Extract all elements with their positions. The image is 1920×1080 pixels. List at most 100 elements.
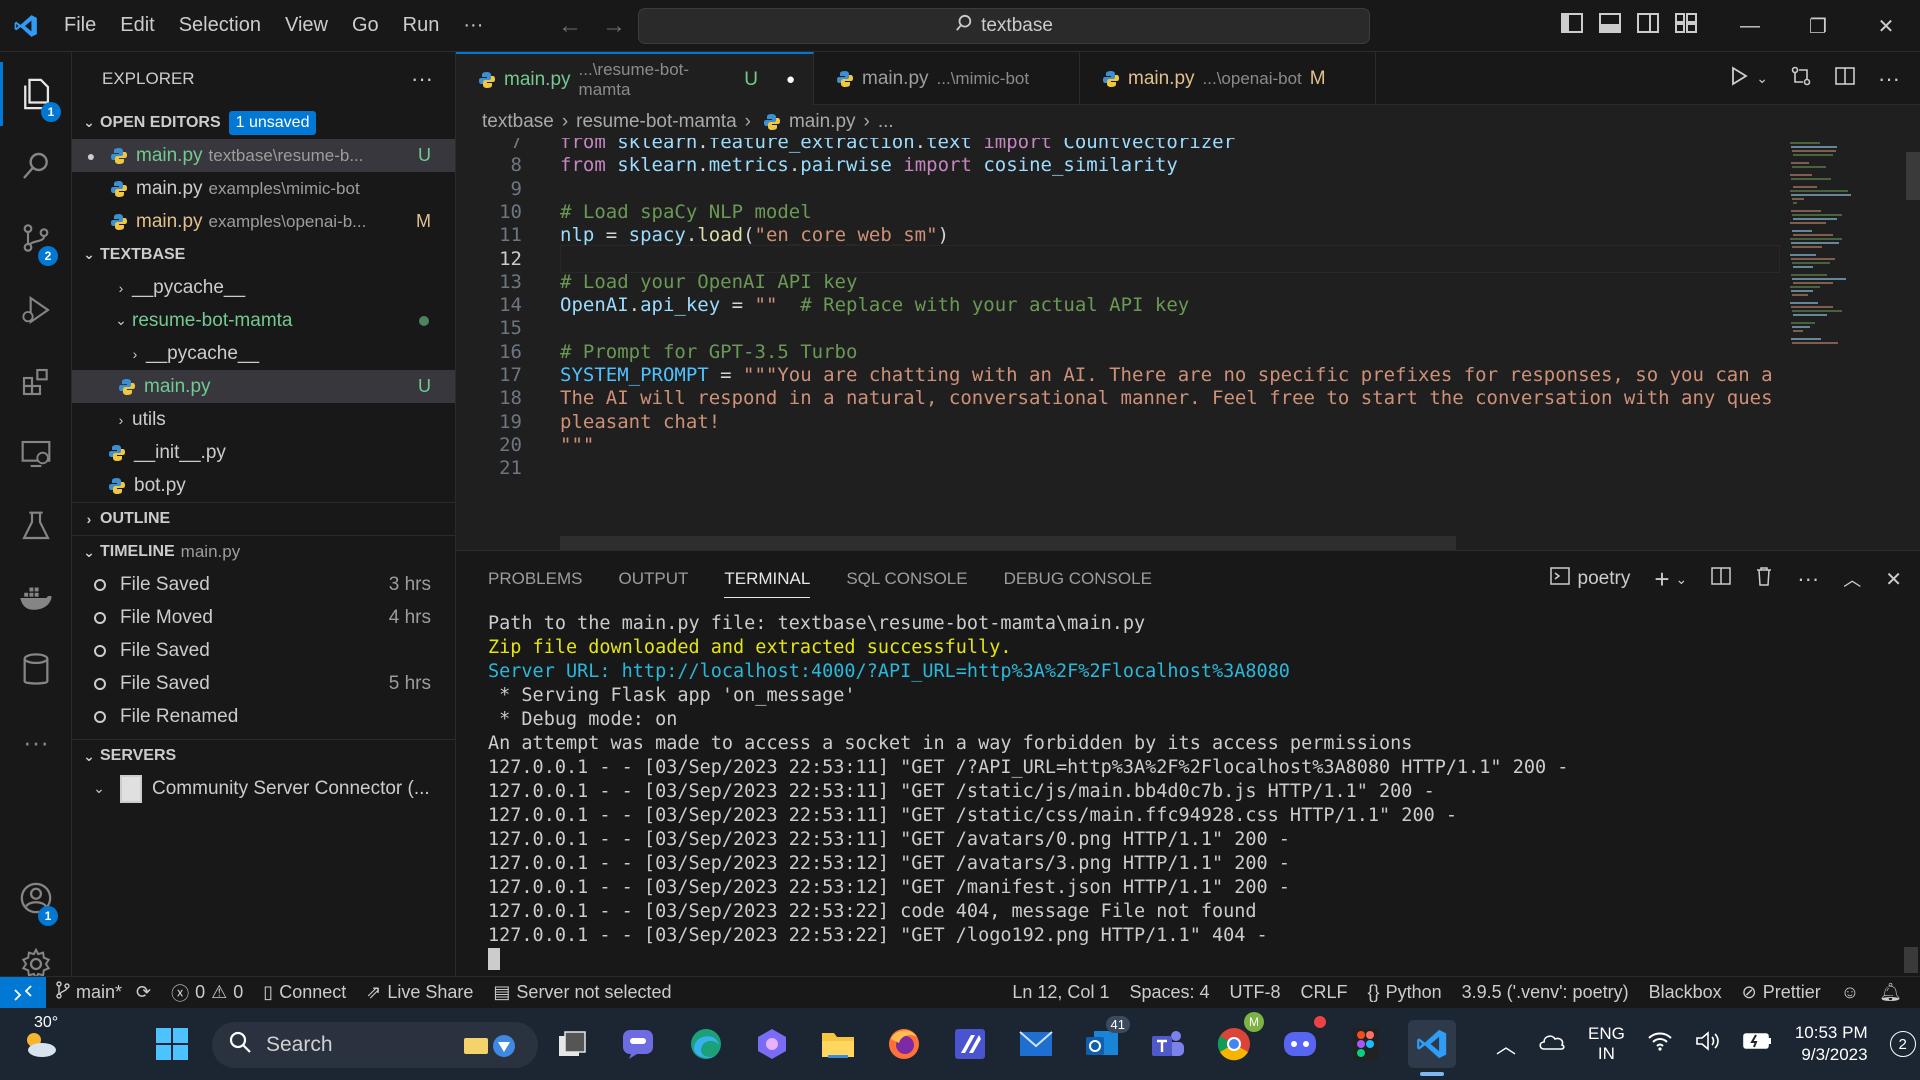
terminal-shell-selector[interactable]: poetry xyxy=(1549,566,1630,592)
taskbar-search[interactable]: Search xyxy=(212,1022,538,1068)
editor-horizontal-scrollbar[interactable] xyxy=(560,536,1456,550)
tab-output[interactable]: OUTPUT xyxy=(618,569,688,589)
timeline-header[interactable]: ⌄ TIMELINE main.py xyxy=(72,535,455,568)
database-icon[interactable] xyxy=(0,638,72,702)
more-views-icon[interactable]: ··· xyxy=(0,710,72,774)
tab-main-py-mimic[interactable]: main.py ...\mimic-bot xyxy=(814,52,1080,105)
tab-sql-console[interactable]: SQL CONSOLE xyxy=(846,569,967,589)
forward-arrow-icon[interactable]: → xyxy=(592,12,636,40)
toggle-panel-icon[interactable] xyxy=(1598,12,1622,40)
textbase-header[interactable]: ⌄ TEXTBASE xyxy=(72,238,455,271)
chat-icon[interactable] xyxy=(614,1020,662,1068)
git-branch[interactable]: main* ⟳ xyxy=(46,981,161,1004)
menu-edit[interactable]: Edit xyxy=(108,0,166,52)
cursor-position[interactable]: Ln 12, Col 1 xyxy=(1002,982,1119,1003)
timeline-item[interactable]: File Renamed xyxy=(72,700,455,733)
extensions-icon[interactable] xyxy=(0,350,72,414)
run-file-icon[interactable] xyxy=(1730,65,1748,92)
open-editor-item[interactable]: main.py examples\mimic-bot xyxy=(72,172,455,205)
kill-terminal-trash-icon[interactable] xyxy=(1755,566,1773,592)
customize-layout-icon[interactable] xyxy=(1674,12,1698,40)
file-main-py[interactable]: main.py U xyxy=(72,370,455,403)
menu-selection[interactable]: Selection xyxy=(167,0,273,52)
timeline-item[interactable]: File Saved 5 hrs xyxy=(72,667,455,700)
wifi-icon[interactable] xyxy=(1647,1031,1673,1057)
outline-header[interactable]: › OUTLINE xyxy=(72,502,455,535)
toggle-secondary-sidebar-icon[interactable] xyxy=(1636,12,1660,40)
launch-profile-chevron-icon[interactable]: ⌄ xyxy=(1676,571,1688,588)
python-interpreter[interactable]: 3.9.5 ('.venv': poetry) xyxy=(1452,982,1639,1003)
teams-icon[interactable] xyxy=(1144,1020,1192,1068)
run-options-chevron-icon[interactable]: ⌄ xyxy=(1756,70,1768,87)
minimap[interactable] xyxy=(1782,138,1902,550)
file-init-py[interactable]: __init__.py xyxy=(72,436,455,469)
breadcrumb-item[interactable]: ... xyxy=(878,111,894,133)
minimize-button[interactable]: — xyxy=(1716,0,1784,52)
menu-view[interactable]: View xyxy=(273,0,340,52)
folder-pycache[interactable]: › __pycache__ xyxy=(72,271,455,304)
terminal-output[interactable]: Path to the main.py file: textbase\resum… xyxy=(488,611,1888,971)
folder-pycache-nested[interactable]: › __pycache__ xyxy=(72,337,455,370)
close-button[interactable]: ✕ xyxy=(1852,0,1920,52)
show-hidden-icons-chevron-icon[interactable]: ︿ xyxy=(1496,1030,1516,1059)
language-indicator[interactable]: ENG IN xyxy=(1588,1024,1625,1064)
tab-terminal[interactable]: TERMINAL xyxy=(724,561,811,598)
language-mode[interactable]: {} Python xyxy=(1358,982,1452,1003)
breadcrumb-item[interactable]: main.py xyxy=(789,111,856,133)
connect-button[interactable]: ▯ Connect xyxy=(253,982,356,1003)
timeline-item[interactable]: File Moved 4 hrs xyxy=(72,601,455,634)
run-debug-icon[interactable] xyxy=(0,278,72,342)
prettier-status[interactable]: ⊘ Prettier xyxy=(1732,982,1831,1003)
onedrive-cloud-icon[interactable] xyxy=(1538,1031,1566,1057)
maximize-panel-chevron-up-icon[interactable]: ︿ xyxy=(1843,566,1861,592)
remote-indicator-icon[interactable] xyxy=(0,976,46,1009)
copilot-icon[interactable] xyxy=(748,1020,796,1068)
discord-icon[interactable] xyxy=(1276,1014,1328,1068)
live-share-button[interactable]: ⇗ Live Share xyxy=(356,982,483,1003)
source-control-icon[interactable]: 2 xyxy=(0,206,72,270)
tab-main-py-resume[interactable]: main.py ...\resume-bot-mamta U ● xyxy=(456,52,814,105)
compare-changes-icon[interactable] xyxy=(1790,65,1812,93)
notification-count-badge[interactable]: 2 xyxy=(1889,1031,1916,1057)
clock[interactable]: 10:53 PM 9/3/2023 xyxy=(1795,1022,1868,1066)
indentation[interactable]: Spaces: 4 xyxy=(1119,982,1219,1003)
azure-data-icon[interactable] xyxy=(946,1020,994,1068)
blackbox-status[interactable]: Blackbox xyxy=(1639,982,1732,1003)
problems-summary[interactable]: ⓧ 0 ⚠ 0 xyxy=(161,980,253,1006)
weather-widget[interactable]: 30° xyxy=(10,1014,70,1068)
open-editor-item[interactable]: main.py examples\openai-b... M xyxy=(72,205,455,238)
volume-icon[interactable] xyxy=(1695,1031,1721,1057)
panel-more-icon[interactable]: ··· xyxy=(1797,566,1819,592)
windows-start-icon[interactable] xyxy=(148,1020,196,1068)
sync-icon[interactable]: ⟳ xyxy=(136,982,151,1003)
folder-utils[interactable]: › utils xyxy=(72,403,455,436)
open-editor-item[interactable]: ● main.py textbase\resume-b... U xyxy=(72,139,455,172)
restore-button[interactable]: ❐ xyxy=(1784,0,1852,52)
servers-header[interactable]: ⌄ SERVERS xyxy=(72,739,455,772)
remote-explorer-icon[interactable] xyxy=(0,422,72,486)
editor-scrollbar[interactable] xyxy=(1902,138,1920,550)
timeline-item[interactable]: File Saved 3 hrs xyxy=(72,568,455,601)
server-item[interactable]: ⌄ Community Server Connector (... xyxy=(72,772,455,805)
tab-main-py-openai[interactable]: main.py ...\openai-bot M xyxy=(1080,52,1376,105)
terminal-scrollbar[interactable] xyxy=(1904,947,1918,973)
firefox-icon[interactable] xyxy=(880,1020,928,1068)
explorer-icon[interactable]: 1 xyxy=(0,62,72,126)
tab-debug-console[interactable]: DEBUG CONSOLE xyxy=(1004,569,1152,589)
terminal-prompt[interactable] xyxy=(488,947,1888,971)
menu-run[interactable]: Run xyxy=(391,0,452,52)
back-arrow-icon[interactable]: ← xyxy=(548,12,592,40)
code-editor[interactable]: 7 from sklearn.feature_extraction.text im… xyxy=(456,138,1920,550)
mail-icon[interactable] xyxy=(1012,1020,1060,1068)
code-line[interactable]: 21 xyxy=(456,454,1776,482)
toggle-sidebar-icon[interactable] xyxy=(1560,12,1584,40)
notifications-bell-icon[interactable]: 🔔︎ xyxy=(1869,982,1920,1003)
menu-go[interactable]: Go xyxy=(340,0,391,52)
command-center-search[interactable]: textbase xyxy=(638,8,1370,44)
testing-flask-icon[interactable] xyxy=(0,494,72,558)
timeline-item[interactable]: File Saved xyxy=(72,634,455,667)
open-editors-header[interactable]: ⌄ OPEN EDITORS 1 unsaved xyxy=(72,106,455,139)
battery-charging-icon[interactable] xyxy=(1743,1032,1773,1056)
task-view-icon[interactable] xyxy=(548,1020,596,1068)
split-terminal-icon[interactable] xyxy=(1711,566,1731,592)
